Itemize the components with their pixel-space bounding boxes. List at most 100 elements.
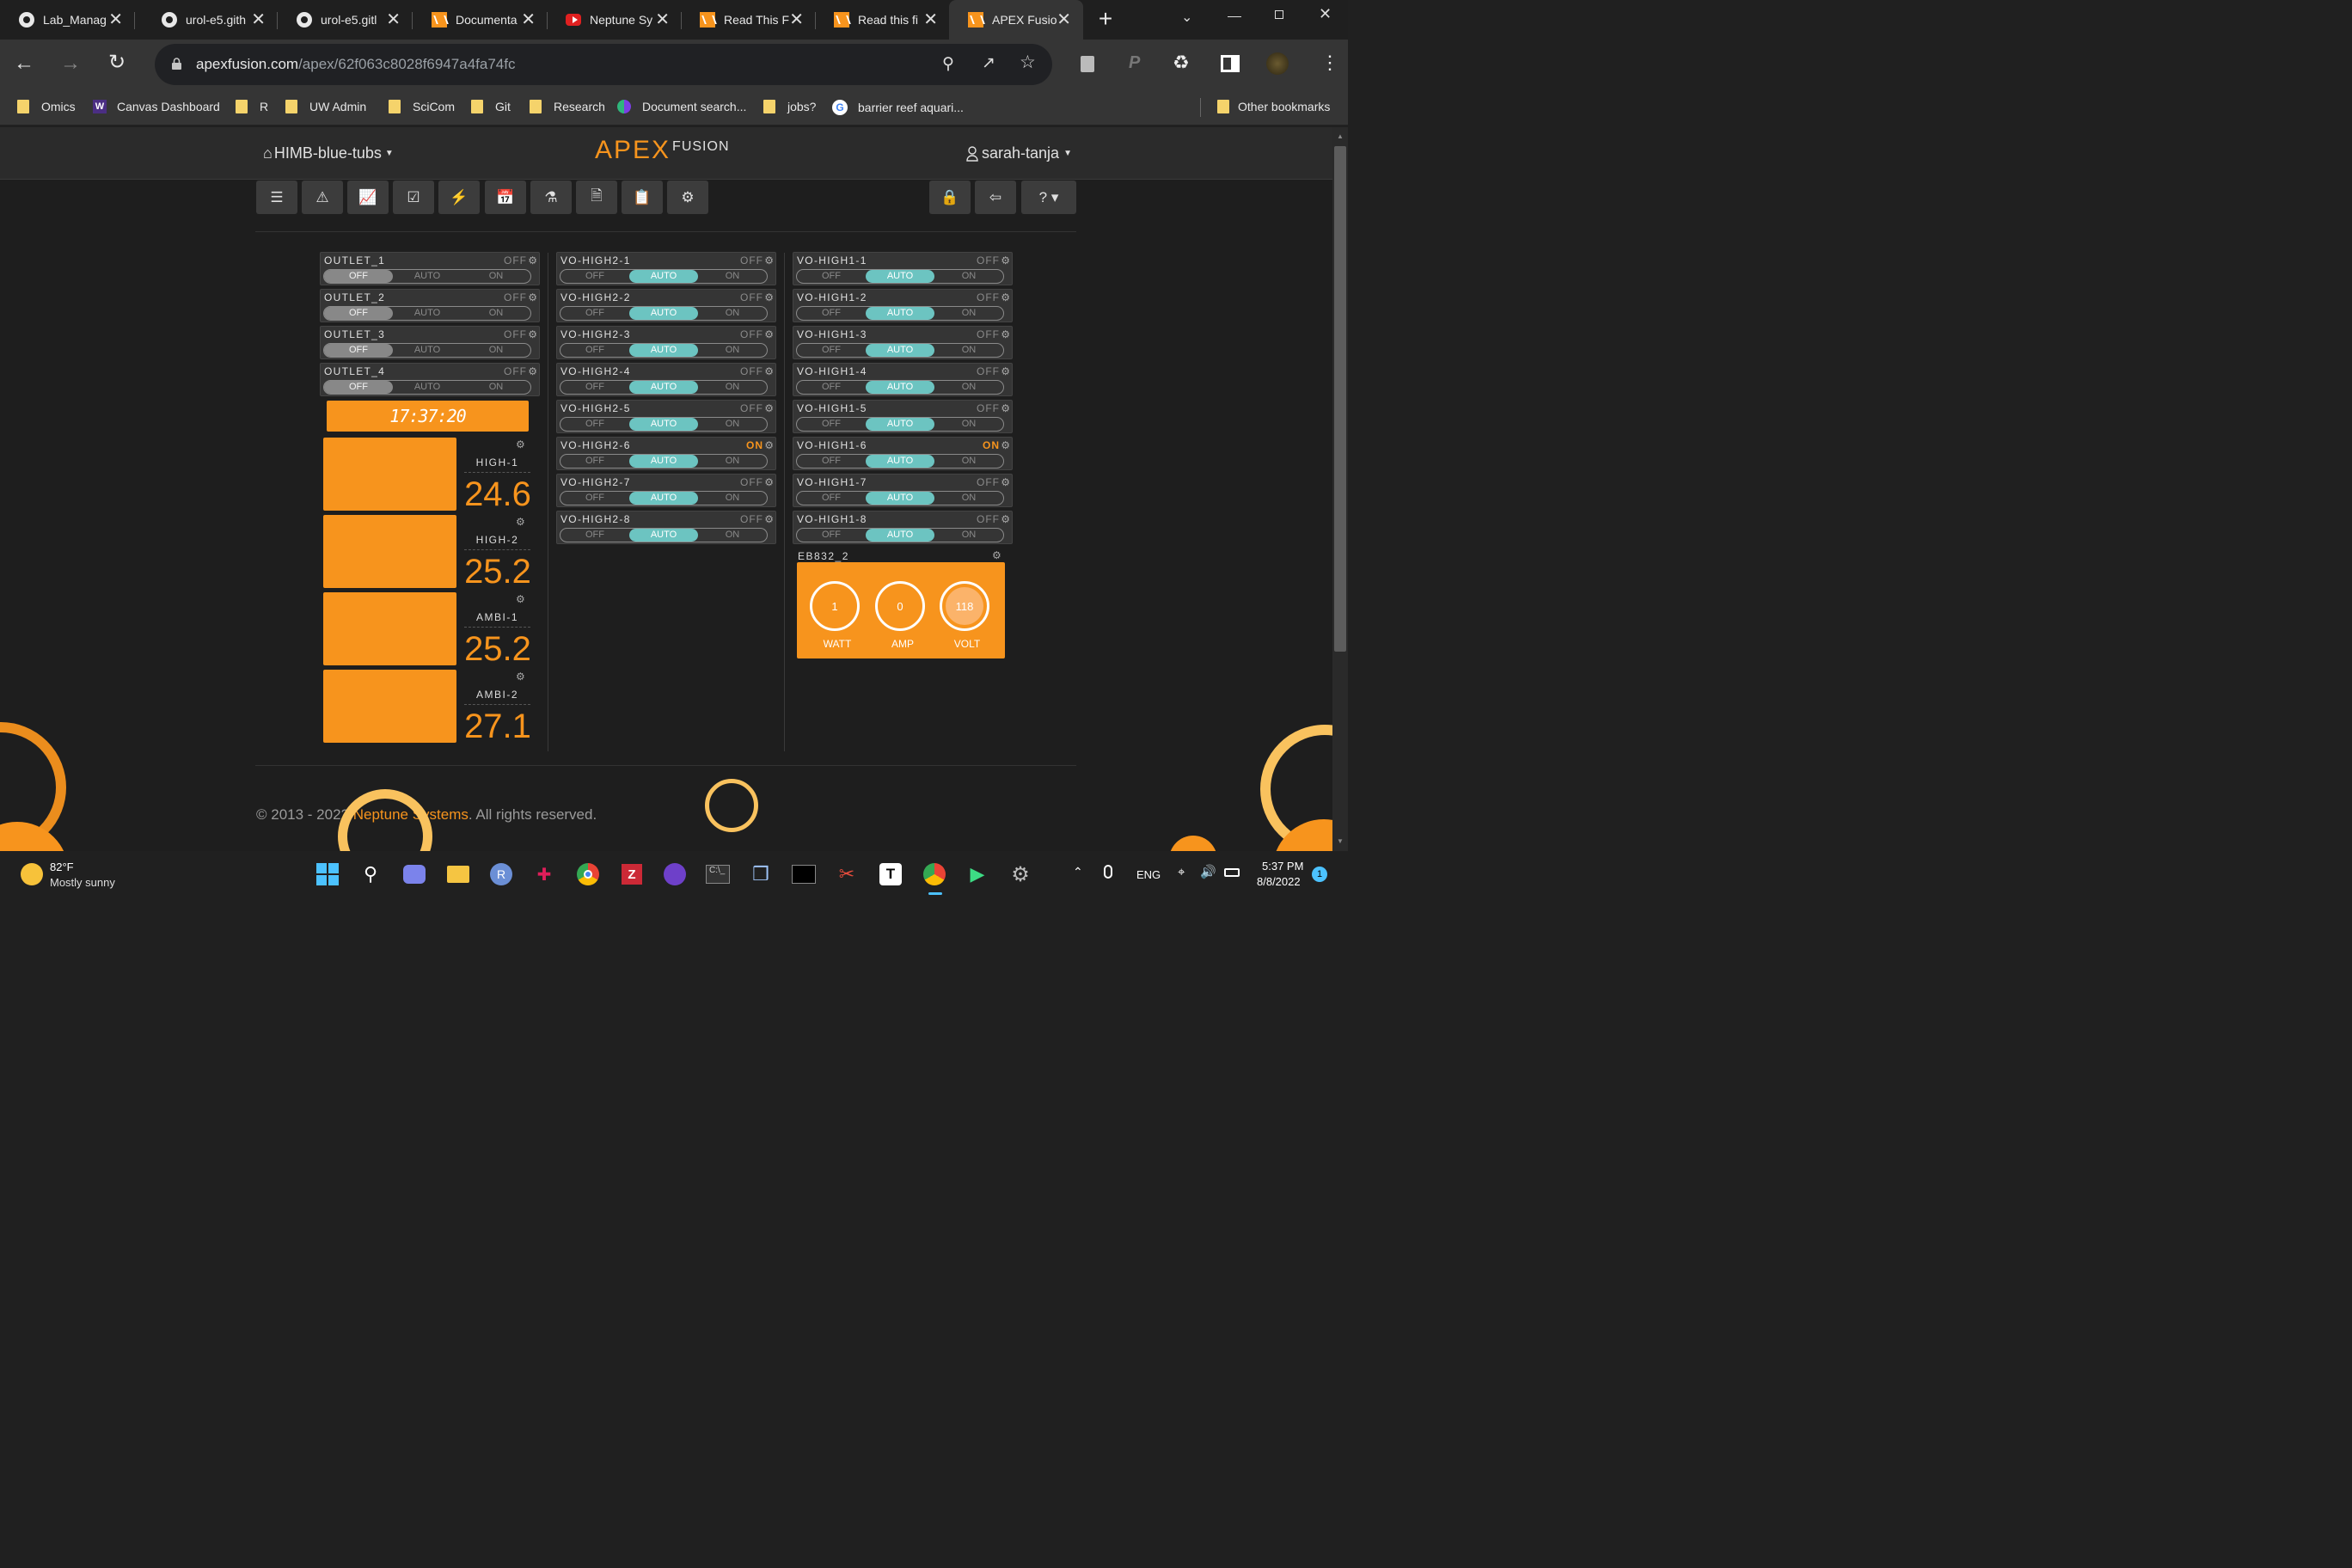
bookmark-star-icon[interactable]: ☆ (1020, 52, 1036, 73)
console-icon[interactable] (791, 861, 817, 887)
graphs-button[interactable]: 📈 (347, 181, 389, 214)
restore-button[interactable] (1275, 10, 1283, 19)
bookmark-item[interactable]: jobs? (763, 100, 816, 113)
outlet-settings-gear-icon[interactable]: ⚙ (1001, 328, 1010, 340)
outlet-settings-gear-icon[interactable]: ⚙ (1001, 439, 1010, 451)
outlet-settings-gear-icon[interactable]: ⚙ (528, 291, 537, 303)
lock-button[interactable]: 🔒 (929, 181, 971, 214)
lock-icon[interactable] (172, 58, 181, 70)
probe-settings-gear-icon[interactable]: ⚙ (516, 438, 525, 450)
mode-off-option[interactable]: OFF (560, 492, 629, 505)
outlet-settings-gear-icon[interactable]: ⚙ (528, 254, 537, 266)
mode-on-option[interactable]: ON (698, 455, 767, 468)
outlet-settings-gear-icon[interactable]: ⚙ (764, 402, 774, 414)
probe-settings-gear-icon[interactable]: ⚙ (516, 516, 525, 528)
bookmark-item[interactable]: R (236, 100, 268, 113)
clock-time[interactable]: 5:37 PM (1262, 860, 1303, 873)
bookmark-item[interactable]: SciCom (389, 100, 455, 113)
mode-on-option[interactable]: ON (698, 529, 767, 542)
outlet-settings-gear-icon[interactable]: ⚙ (764, 476, 774, 488)
mode-auto-option[interactable]: AUTO (866, 270, 934, 283)
browser-tab[interactable]: urol-e5.gith ✕ (143, 0, 278, 40)
notification-badge[interactable]: 1 (1312, 867, 1327, 882)
mode-on-option[interactable]: ON (462, 307, 530, 320)
close-tab-icon[interactable]: ✕ (789, 11, 804, 28)
mode-auto-option[interactable]: AUTO (393, 344, 462, 357)
mode-auto-option[interactable]: AUTO (629, 529, 698, 542)
mode-off-option[interactable]: OFF (324, 381, 393, 394)
mode-auto-option[interactable]: AUTO (393, 270, 462, 283)
page-scrollbar[interactable]: ▲ ▼ (1332, 127, 1348, 851)
close-tab-icon[interactable]: ✕ (923, 11, 938, 28)
mode-auto-option[interactable]: AUTO (629, 381, 698, 394)
bookmark-item[interactable]: UW Admin (285, 100, 366, 113)
bookmark-item[interactable]: Git (471, 100, 511, 113)
mode-auto-option[interactable]: AUTO (629, 344, 698, 357)
mode-auto-option[interactable]: AUTO (866, 307, 934, 320)
outlet-settings-gear-icon[interactable]: ⚙ (1001, 402, 1010, 414)
mode-off-option[interactable]: OFF (797, 270, 866, 283)
outlet-settings-gear-icon[interactable]: ⚙ (764, 328, 774, 340)
mode-auto-option[interactable]: AUTO (866, 381, 934, 394)
outlet-settings-gear-icon[interactable]: ⚙ (1001, 513, 1010, 525)
mode-auto-option[interactable]: AUTO (866, 455, 934, 468)
mode-off-option[interactable]: OFF (560, 307, 629, 320)
browser-tab[interactable]: Documenta ✕ (413, 0, 548, 40)
mode-off-option[interactable]: OFF (797, 381, 866, 394)
calendar-button[interactable]: 📅 (485, 181, 526, 214)
mode-off-option[interactable]: OFF (560, 418, 629, 431)
mode-on-option[interactable]: ON (698, 307, 767, 320)
mode-off-option[interactable]: OFF (560, 270, 629, 283)
mode-on-option[interactable]: ON (698, 492, 767, 505)
scroll-down-arrow[interactable]: ▼ (1337, 837, 1344, 845)
browser-menu-icon[interactable]: ⋮ (1320, 52, 1339, 74)
start-windows-icon[interactable] (315, 861, 340, 887)
mode-off-option[interactable]: OFF (797, 492, 866, 505)
browser-tab[interactable]: Read This F ✕ (681, 0, 816, 40)
forward-button[interactable]: → (60, 52, 81, 76)
mode-on-option[interactable]: ON (934, 381, 1003, 394)
reload-button[interactable]: ↻ (108, 50, 126, 75)
mode-on-option[interactable]: ON (934, 418, 1003, 431)
close-tab-icon[interactable]: ✕ (655, 11, 670, 28)
mode-auto-option[interactable]: AUTO (629, 418, 698, 431)
mode-auto-option[interactable]: AUTO (629, 455, 698, 468)
settings-gear-icon[interactable]: ⚙ (1008, 861, 1033, 887)
probe-graph-tile[interactable] (323, 670, 456, 743)
close-tab-icon[interactable]: ✕ (108, 11, 123, 28)
outlet-settings-gear-icon[interactable]: ⚙ (1001, 291, 1010, 303)
url-text[interactable]: apexfusion.com/apex/62f063c8028f6947a4fa… (196, 56, 515, 73)
chrome-active-icon[interactable] (922, 861, 947, 887)
mode-on-option[interactable]: ON (698, 270, 767, 283)
probe-settings-gear-icon[interactable]: ⚙ (516, 671, 525, 683)
mode-auto-option[interactable]: AUTO (629, 270, 698, 283)
tab-search-icon[interactable]: ⌄ (1181, 9, 1192, 26)
scroll-thumb[interactable] (1334, 146, 1346, 652)
settings-gears-button[interactable]: ⚙ (667, 181, 708, 214)
power-bolt-button[interactable]: ⚡ (438, 181, 480, 214)
user-dropdown[interactable]: sarah-tanja ▼ (966, 144, 1072, 162)
back-button[interactable]: ← (14, 52, 34, 76)
outlet-settings-gear-icon[interactable]: ⚙ (1001, 254, 1010, 266)
mode-on-option[interactable]: ON (698, 344, 767, 357)
extensions-puzzle-icon[interactable]: ♻ (1173, 52, 1190, 74)
mode-on-option[interactable]: ON (934, 529, 1003, 542)
file-explorer-icon[interactable] (445, 861, 471, 887)
outlet-settings-gear-icon[interactable]: ⚙ (764, 365, 774, 377)
flask-test-button[interactable]: ⚗ (530, 181, 572, 214)
probe-graph-tile[interactable] (323, 515, 456, 588)
zotero-icon[interactable]: Z (619, 861, 645, 887)
tasks-button[interactable]: ☑ (393, 181, 434, 214)
mode-on-option[interactable]: ON (698, 418, 767, 431)
microphone-icon[interactable] (1104, 865, 1112, 879)
mode-off-option[interactable]: OFF (797, 307, 866, 320)
search-icon[interactable]: ⚲ (358, 861, 383, 887)
scroll-up-arrow[interactable]: ▲ (1337, 132, 1344, 140)
probe-settings-gear-icon[interactable]: ⚙ (516, 593, 525, 605)
browser-tab[interactable]: urol-e5.gitl ✕ (278, 0, 413, 40)
side-panel-icon[interactable] (1221, 55, 1240, 72)
terminal-icon[interactable]: C:\_ (705, 861, 731, 887)
typora-icon[interactable]: T (878, 861, 903, 887)
mode-off-option[interactable]: OFF (797, 344, 866, 357)
r-app-icon[interactable]: R (488, 861, 514, 887)
